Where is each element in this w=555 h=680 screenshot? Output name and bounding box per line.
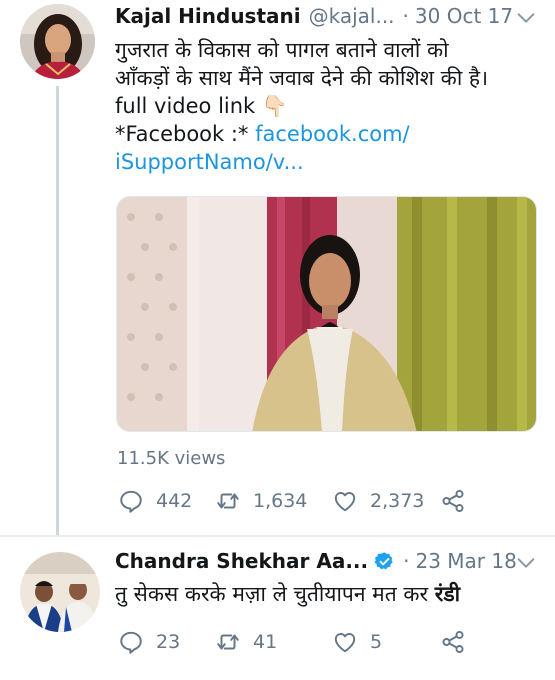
tweet-date[interactable]: 30 Oct 17 <box>415 4 513 28</box>
tweet-date[interactable]: 23 Mar 18 <box>415 549 516 573</box>
tweet-text-line: full video link 👇🏻 <box>115 94 289 118</box>
like-button[interactable]: 2,373 <box>332 488 440 514</box>
share-button[interactable] <box>440 488 466 514</box>
facebook-link[interactable]: facebook.com/ <box>255 122 410 146</box>
reply-button[interactable]: 23 <box>118 629 215 655</box>
reply-count: 23 <box>156 631 181 653</box>
tweet-text-line: गुजरात के विकास को पागल बताने वालों को <box>115 38 449 62</box>
tweet-header: Chandra Shekhar Aa... · 23 Mar 18 <box>115 549 517 573</box>
reply-icon <box>120 490 142 513</box>
view-count: 11.5K views <box>117 448 226 469</box>
avatar[interactable] <box>20 552 100 632</box>
user-handle[interactable]: @kajal... <box>309 4 395 28</box>
tweet-header: Kajal Hindustani @kajal... · 30 Oct 17 <box>115 4 513 28</box>
retweet-button[interactable]: 41 <box>215 629 332 655</box>
retweet-count: 1,634 <box>253 490 308 512</box>
tweet-text: तु सेकस करके मज़ा ले चुतीयापन मत कर रंडी <box>115 580 535 608</box>
link-prefix: *Facebook :* <box>115 122 256 146</box>
retweet-icon <box>217 634 239 650</box>
thread-line <box>56 86 59 535</box>
share-icon <box>442 630 464 654</box>
like-count: 2,373 <box>370 490 425 512</box>
video-thumbnail[interactable] <box>116 196 537 432</box>
retweet-count: 41 <box>253 631 278 653</box>
verified-badge-icon <box>374 551 393 569</box>
reply-count: 442 <box>156 490 193 512</box>
share-button[interactable] <box>440 629 466 655</box>
heart-icon <box>334 633 356 653</box>
separator: · <box>403 549 410 573</box>
separator: · <box>402 4 409 28</box>
heart-icon <box>334 492 356 512</box>
user-name[interactable]: Chandra Shekhar Aa... <box>115 549 368 573</box>
facebook-link-continued[interactable]: iSupportNamo/v... <box>115 148 535 176</box>
retweet-button[interactable]: 1,634 <box>215 488 332 514</box>
tweet-text: गुजरात के विकास को पागल बताने वालों को आ… <box>115 36 535 176</box>
tweet-actions: 442 1,634 2,373 <box>118 488 466 514</box>
tweet-text-main: तु सेकस करके मज़ा ले चुतीयापन मत कर <box>115 582 435 606</box>
chevron-down-icon[interactable] <box>515 552 537 574</box>
tweet-chandra[interactable]: Chandra Shekhar Aa... · 23 Mar 18 तु सेक… <box>0 537 555 680</box>
tweet-actions: 23 41 5 <box>118 629 466 655</box>
reply-button[interactable]: 442 <box>118 488 215 514</box>
reply-icon <box>120 631 142 654</box>
like-count: 5 <box>370 631 383 653</box>
retweet-icon <box>217 493 239 509</box>
chevron-down-icon[interactable] <box>515 7 537 29</box>
tweet-text-bold: रंडी <box>434 582 461 606</box>
like-button[interactable]: 5 <box>332 629 440 655</box>
share-icon <box>442 489 464 513</box>
user-name[interactable]: Kajal Hindustani <box>115 4 301 28</box>
tweet-text-line: आँकड़ों के साथ मैंने जवाब देने की कोशिश … <box>115 66 489 90</box>
tweet-kajal[interactable]: Kajal Hindustani @kajal... · 30 Oct 17 ग… <box>0 0 555 535</box>
avatar[interactable] <box>20 4 95 79</box>
